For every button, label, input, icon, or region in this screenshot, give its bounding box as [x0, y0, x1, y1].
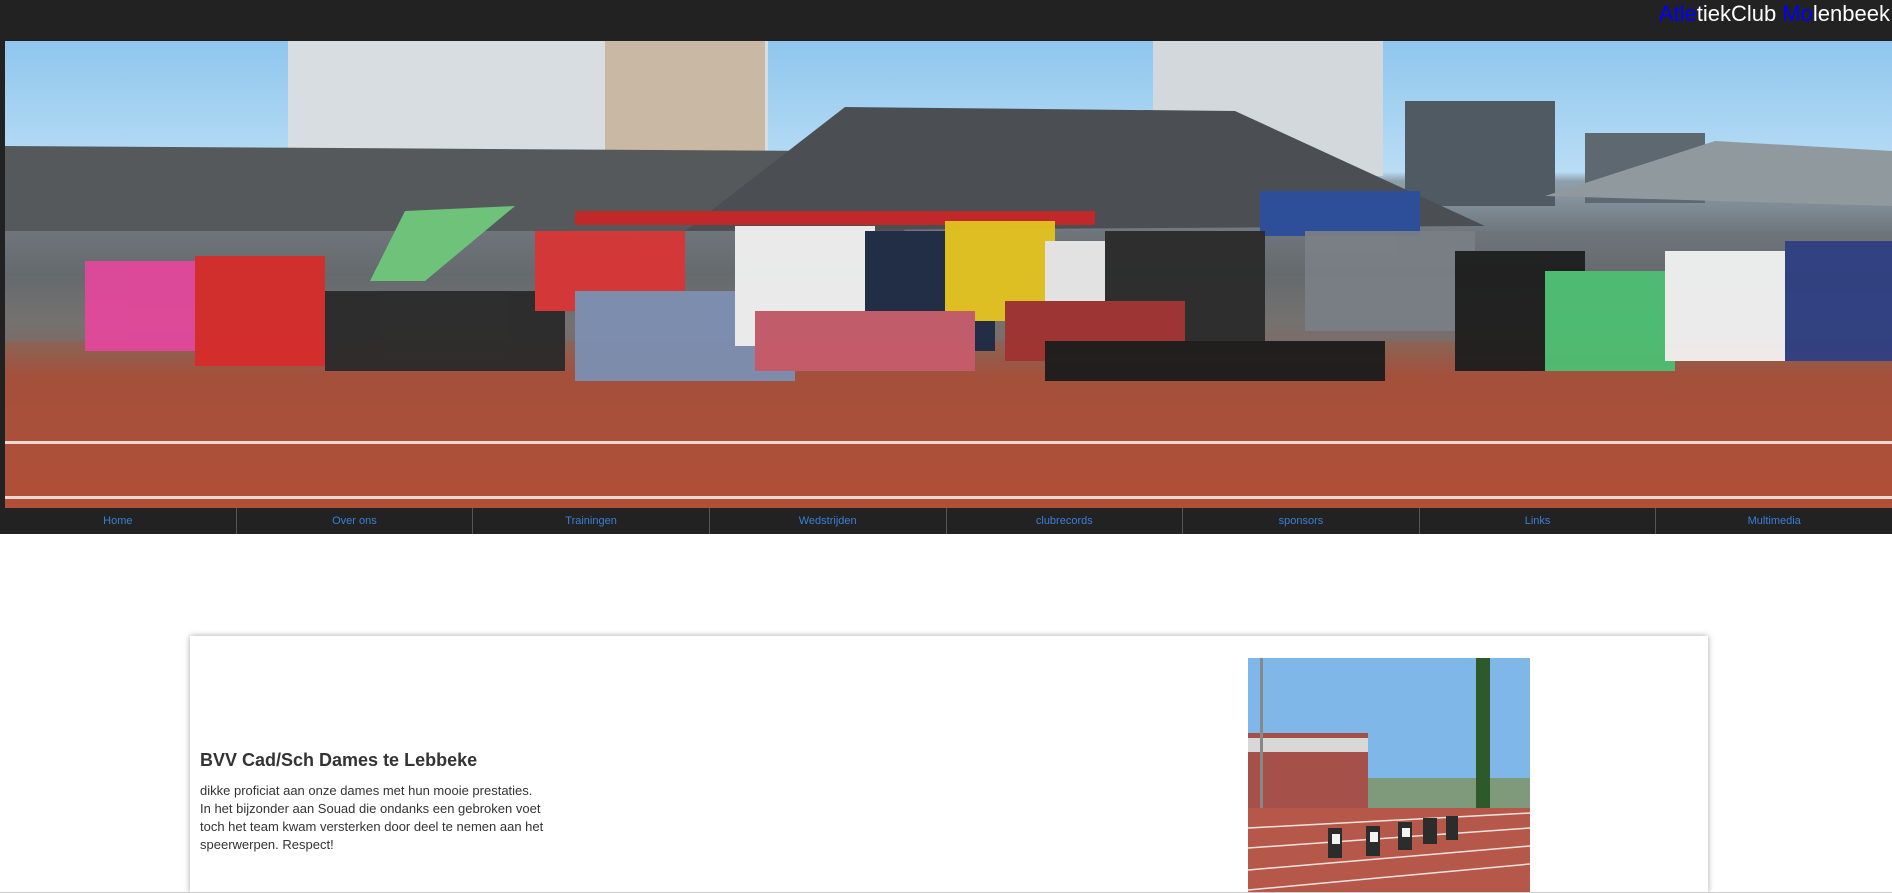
post-body-line: In het bijzonder aan Souad die ondanks e…	[200, 801, 541, 816]
nav-item-wedstrijden[interactable]: Wedstrijden	[708, 508, 946, 534]
nav-item-trainingen[interactable]: Trainingen	[472, 508, 709, 534]
group-photo-illustration	[5, 41, 1892, 499]
top-bar: AtletiekClub Molenbeek	[0, 0, 1892, 41]
group-photo-image	[5, 41, 1892, 508]
brand-part-2-highlight: Mo	[1782, 1, 1813, 26]
nav-item-multimedia[interactable]: Multimedia	[1655, 508, 1892, 534]
nav-item-links[interactable]: Links	[1418, 508, 1656, 534]
nav-item-sponsors[interactable]: sponsors	[1182, 508, 1419, 534]
sprint-start-photo[interactable]	[1248, 658, 1530, 893]
nav-item-over-ons[interactable]: Over ons	[235, 508, 473, 534]
post-body: dikke proficiat aan onze dames met hun m…	[200, 782, 560, 854]
post-body-line: toch het team kwam versterken door deel …	[200, 819, 544, 834]
nav-item-home[interactable]: Home	[0, 508, 236, 534]
post-body-line: speerwerpen. Respect!	[200, 837, 334, 852]
sprint-start-illustration	[1248, 658, 1530, 893]
post-title[interactable]: BVV Cad/Sch Dames te Lebbeke	[200, 750, 477, 771]
brand-part-2: lenbeek	[1812, 1, 1890, 26]
post-body-line: dikke proficiat aan onze dames met hun m…	[200, 783, 533, 798]
nav-item-clubrecords[interactable]: clubrecords	[945, 508, 1183, 534]
brand-part-1-highlight: Atle	[1658, 1, 1697, 26]
brand-part-1: tiekClub	[1696, 1, 1783, 26]
site-brand[interactable]: AtletiekClub Molenbeek	[1659, 1, 1890, 27]
hero-banner	[0, 41, 1892, 508]
news-post-card: BVV Cad/Sch Dames te Lebbeke dikke profi…	[190, 636, 1708, 893]
main-navigation: Home Over ons Trainingen Wedstrijden clu…	[0, 508, 1892, 534]
